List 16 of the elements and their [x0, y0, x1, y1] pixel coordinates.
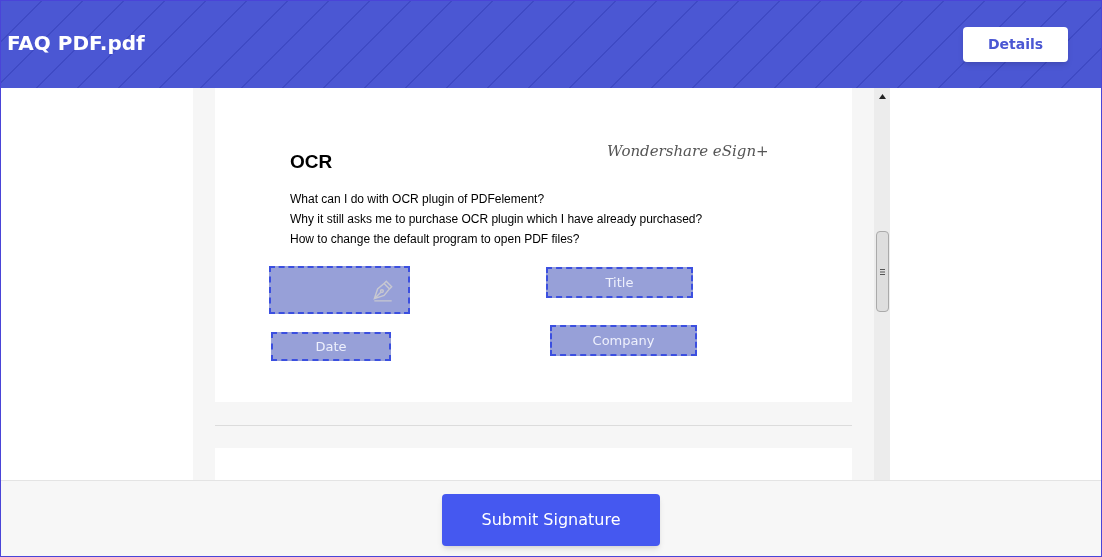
page-heading: OCR: [290, 150, 333, 174]
submit-signature-button[interactable]: Submit Signature: [442, 494, 660, 546]
scroll-up-arrow-icon[interactable]: [878, 94, 886, 99]
text-field[interactable]: Title: [546, 267, 693, 298]
question-text: What can I do with OCR plugin of PDFelement?: [290, 191, 546, 207]
signature-field[interactable]: [269, 266, 410, 314]
details-button[interactable]: Details: [963, 27, 1068, 62]
text-field[interactable]: Date: [271, 332, 391, 361]
question-text: How to change the default program to open PDF files?: [290, 231, 581, 247]
scrollbar[interactable]: [874, 88, 890, 480]
scrollbar-thumb[interactable]: [875, 231, 889, 312]
question-text: Why it still asks me to purchase OCR plugin which I have already purchased?: [290, 211, 703, 227]
stamp-text: Wondershare eSign+: [607, 141, 769, 162]
document-title: FAQ PDF.pdf: [7, 30, 145, 57]
grip-icon: [879, 268, 885, 275]
text-field[interactable]: Company: [550, 325, 697, 356]
